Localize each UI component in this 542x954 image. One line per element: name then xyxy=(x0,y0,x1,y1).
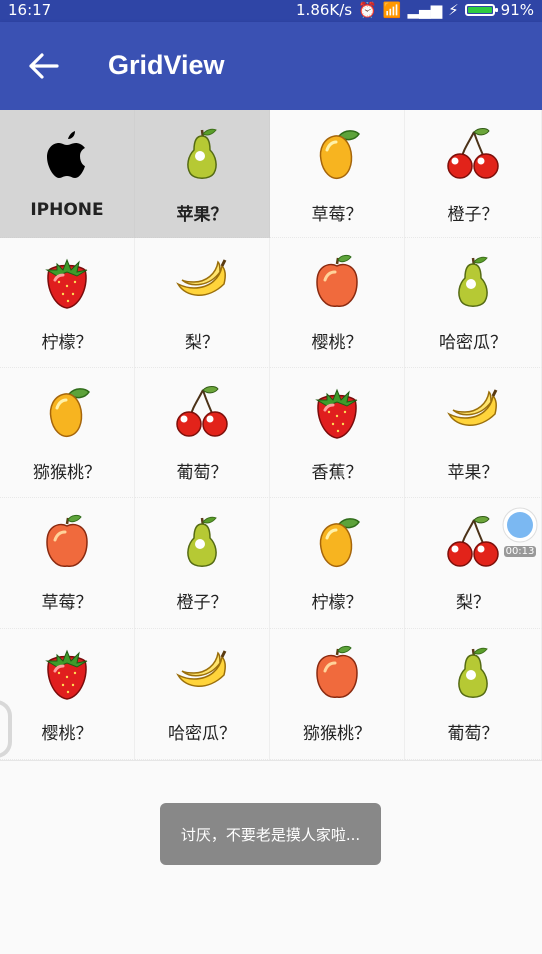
toolbar-title: GridView xyxy=(108,50,225,80)
pear-icon xyxy=(441,641,505,705)
grid-item-label: 苹果？ xyxy=(447,463,499,483)
grid-item-label: 猕猴桃？ xyxy=(303,724,371,744)
apple-icon xyxy=(305,250,369,314)
grid-item-label: 橙子？ xyxy=(447,205,499,225)
network-speed: 1.86K/s xyxy=(296,1,353,19)
grid-item-label: 樱桃？ xyxy=(41,724,93,744)
grid-item[interactable]: 橙子？ xyxy=(405,110,542,238)
strawberry-icon xyxy=(35,641,99,705)
mango-icon xyxy=(305,510,369,574)
cherry-icon xyxy=(170,380,234,444)
alarm-icon: ⏰ xyxy=(358,1,377,19)
grid-item-label: 香蕉？ xyxy=(311,463,363,483)
grid-item[interactable]: IPHONE xyxy=(0,110,135,238)
grid-item-label: 橙子？ xyxy=(176,593,228,613)
grid-item[interactable]: 樱桃？ xyxy=(270,238,405,368)
banana-icon xyxy=(170,641,234,705)
grid-item-label: 梨？ xyxy=(185,333,219,353)
app-toolbar: GridView xyxy=(0,22,542,110)
grid-item-label: 哈密瓜？ xyxy=(168,724,236,744)
cherry-icon xyxy=(441,510,505,574)
grid-item[interactable]: 猕猴桃？ xyxy=(270,629,405,760)
status-bar: 16:17 1.86K/s ⏰ 📶 ▂▄▆ ⚡ 91% xyxy=(0,0,542,22)
floating-bubble-icon[interactable] xyxy=(502,507,538,543)
grid-item-label: 梨？ xyxy=(456,593,490,613)
grid-item-label: 哈密瓜？ xyxy=(439,333,507,353)
grid-item-label: 草莓？ xyxy=(41,593,93,613)
grid-item[interactable]: 梨？ xyxy=(135,238,270,368)
pear-icon xyxy=(170,510,234,574)
status-time: 16:17 xyxy=(8,1,52,19)
charging-icon: ⚡ xyxy=(448,1,459,19)
grid-item-label: IPHONE xyxy=(30,200,104,220)
grid-item[interactable]: 柠檬？ xyxy=(270,498,405,629)
grid-item-label: 葡萄？ xyxy=(176,463,228,483)
banana-icon xyxy=(441,380,505,444)
grid-item[interactable]: 葡萄？ xyxy=(405,629,542,760)
signal-icon: ▂▄▆ xyxy=(407,1,443,19)
apple-logo-icon xyxy=(35,122,99,186)
floating-bubble-time: 00:13 xyxy=(504,546,536,557)
toast-message: 讨厌，不要老是摸人家啦... xyxy=(160,803,381,865)
apple-icon xyxy=(305,641,369,705)
mango-icon xyxy=(305,122,369,186)
grid-item[interactable]: 柠檬？ xyxy=(0,238,135,368)
mango-icon xyxy=(35,380,99,444)
grid-item[interactable]: 草莓？ xyxy=(0,498,135,629)
pear-icon xyxy=(170,122,234,186)
grid-item-label: 柠檬？ xyxy=(311,593,363,613)
battery-percent: 91% xyxy=(500,1,534,19)
grid-item-label: 柠檬？ xyxy=(41,333,93,353)
grid-item[interactable]: 苹果？ xyxy=(405,368,542,498)
grid-item[interactable]: 猕猴桃？ xyxy=(0,368,135,498)
fruit-grid: IPHONE 苹果？ 草莓？ 橙子？ 柠檬？ 梨？ 樱桃？ 哈密瓜？ 猕猴桃？ 葡萄？ 香蕉？ 苹果？… xyxy=(0,110,542,761)
banana-icon xyxy=(170,250,234,314)
pear-icon xyxy=(441,250,505,314)
grid-item[interactable]: 草莓？ xyxy=(270,110,405,238)
strawberry-icon xyxy=(35,250,99,314)
edge-handle[interactable] xyxy=(0,700,12,758)
battery-icon xyxy=(464,4,498,16)
grid-item-label: 葡萄？ xyxy=(447,724,499,744)
cherry-icon xyxy=(441,122,505,186)
wifi-icon: 📶 xyxy=(382,1,402,19)
back-arrow-icon[interactable] xyxy=(28,52,60,80)
grid-item-label: 猕猴桃？ xyxy=(33,463,101,483)
strawberry-icon xyxy=(305,380,369,444)
grid-item[interactable]: 哈密瓜？ xyxy=(135,629,270,760)
grid-item[interactable]: 葡萄？ xyxy=(135,368,270,498)
grid-item[interactable]: 橙子？ xyxy=(135,498,270,629)
grid-item[interactable]: 苹果？ xyxy=(135,110,270,238)
grid-item-label: 草莓？ xyxy=(311,205,363,225)
grid-item[interactable]: 香蕉？ xyxy=(270,368,405,498)
grid-item[interactable]: 樱桃？ xyxy=(0,629,135,760)
grid-item[interactable]: 哈密瓜？ xyxy=(405,238,542,368)
apple-icon xyxy=(35,510,99,574)
grid-item-label: 樱桃？ xyxy=(311,333,363,353)
status-right: 1.86K/s ⏰ 📶 ▂▄▆ ⚡ 91% xyxy=(296,1,534,19)
grid-item-label: 苹果？ xyxy=(176,205,228,225)
